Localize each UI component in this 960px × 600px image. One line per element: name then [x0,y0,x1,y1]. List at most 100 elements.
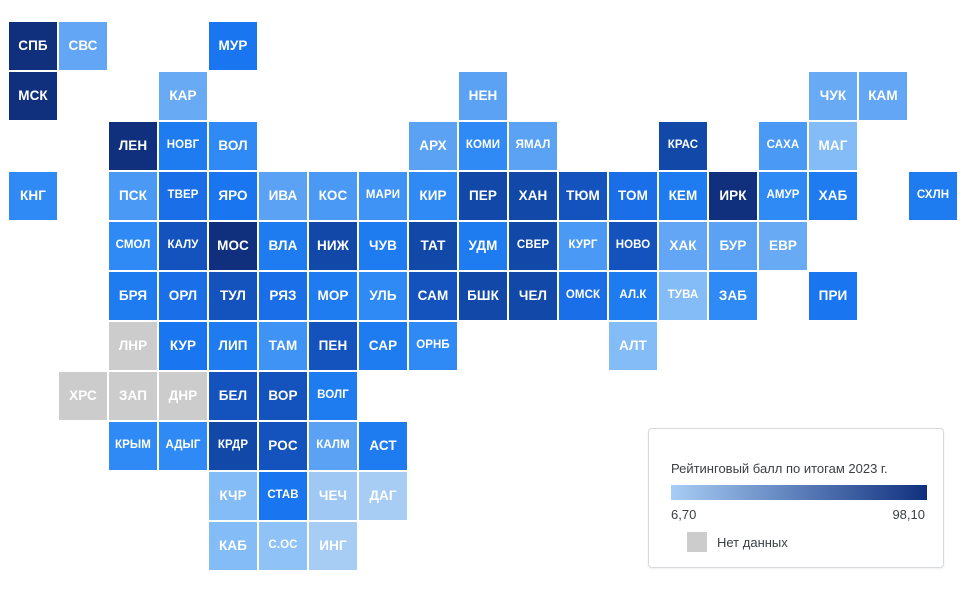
region-tile-ТЮМ[interactable]: ТЮМ [559,172,607,220]
region-tile-label: САР [368,338,398,354]
region-tile-ОРНБ[interactable]: ОРНБ [409,322,457,370]
region-tile-СТАВ[interactable]: СТАВ [259,472,307,520]
region-tile-ВЛА[interactable]: ВЛА [259,222,307,270]
region-tile-ОРЛ[interactable]: ОРЛ [159,272,207,320]
region-tile-КРАС[interactable]: КРАС [659,122,707,170]
region-tile-РЯЗ[interactable]: РЯЗ [259,272,307,320]
region-tile-СХЛН[interactable]: СХЛН [909,172,957,220]
region-tile-САР[interactable]: САР [359,322,407,370]
region-tile-КАР[interactable]: КАР [159,72,207,120]
region-tile-ИНГ[interactable]: ИНГ [309,522,357,570]
region-tile-label: ТВЕР [167,189,199,202]
region-tile-КРДР[interactable]: КРДР [209,422,257,470]
region-tile-САМ[interactable]: САМ [409,272,457,320]
region-tile-ЯМАЛ[interactable]: ЯМАЛ [509,122,557,170]
region-tile-ОМСК[interactable]: ОМСК [559,272,607,320]
region-tile-КИР[interactable]: КИР [409,172,457,220]
region-tile-ВОР[interactable]: ВОР [259,372,307,420]
region-tile-УДМ[interactable]: УДМ [459,222,507,270]
region-tile-КРЫМ[interactable]: КРЫМ [109,422,157,470]
region-tile-ЛИП[interactable]: ЛИП [209,322,257,370]
region-tile-ПЕР[interactable]: ПЕР [459,172,507,220]
region-tile-ХАН[interactable]: ХАН [509,172,557,220]
region-tile-ТУЛ[interactable]: ТУЛ [209,272,257,320]
region-tile-БШК[interactable]: БШК [459,272,507,320]
region-tile-МСК[interactable]: МСК [9,72,57,120]
region-tile-ЛНР[interactable]: ЛНР [109,322,157,370]
region-tile-ЧУК[interactable]: ЧУК [809,72,857,120]
region-tile-АРХ[interactable]: АРХ [409,122,457,170]
region-tile-УЛЬ[interactable]: УЛЬ [359,272,407,320]
region-tile-label: КЧР [219,488,247,504]
region-tile-НОВО[interactable]: НОВО [609,222,657,270]
region-tile-ЧЕЧ[interactable]: ЧЕЧ [309,472,357,520]
region-tile-МОС[interactable]: МОС [209,222,257,270]
region-tile-ЧЕЛ[interactable]: ЧЕЛ [509,272,557,320]
region-tile-КАБ[interactable]: КАБ [209,522,257,570]
region-tile-label: НИЖ [317,238,349,254]
region-tile-label: КАЛУ [167,239,199,252]
region-tile-СВЕР[interactable]: СВЕР [509,222,557,270]
region-tile-ПСК[interactable]: ПСК [109,172,157,220]
region-tile-АСТ[interactable]: АСТ [359,422,407,470]
region-tile-С.ОС[interactable]: С.ОС [259,522,307,570]
region-tile-БЕЛ[interactable]: БЕЛ [209,372,257,420]
region-tile-АЛТ[interactable]: АЛТ [609,322,657,370]
region-tile-БУР[interactable]: БУР [709,222,757,270]
region-tile-label: ИНГ [319,538,347,554]
region-tile-ТАМ[interactable]: ТАМ [259,322,307,370]
region-tile-МАРИ[interactable]: МАРИ [359,172,407,220]
region-tile-label: КЕМ [668,188,698,204]
region-tile-ЕВР[interactable]: ЕВР [759,222,807,270]
region-tile-КОМИ[interactable]: КОМИ [459,122,507,170]
region-tile-СВС[interactable]: СВС [59,22,107,70]
region-tile-КУР[interactable]: КУР [159,322,207,370]
region-tile-МУР[interactable]: МУР [209,22,257,70]
region-tile-СМОЛ[interactable]: СМОЛ [109,222,157,270]
region-tile-КЕМ[interactable]: КЕМ [659,172,707,220]
region-tile-label: ХРС [69,388,97,404]
region-tile-КНГ[interactable]: КНГ [9,172,57,220]
region-tile-ТВЕР[interactable]: ТВЕР [159,172,207,220]
region-tile-НЕН[interactable]: НЕН [459,72,507,120]
region-tile-КОС[interactable]: КОС [309,172,357,220]
region-tile-ЯРО[interactable]: ЯРО [209,172,257,220]
region-tile-МАГ[interactable]: МАГ [809,122,857,170]
region-tile-label: РЯЗ [269,288,297,304]
region-tile-МОР[interactable]: МОР [309,272,357,320]
region-tile-ДНР[interactable]: ДНР [159,372,207,420]
region-tile-label: МОС [217,238,249,254]
region-tile-ВОЛГ[interactable]: ВОЛГ [309,372,357,420]
region-tile-САХА[interactable]: САХА [759,122,807,170]
region-tile-РОС[interactable]: РОС [259,422,307,470]
region-tile-ВОЛ[interactable]: ВОЛ [209,122,257,170]
region-tile-ЗАБ[interactable]: ЗАБ [709,272,757,320]
region-tile-ХАК[interactable]: ХАК [659,222,707,270]
region-tile-НОВГ[interactable]: НОВГ [159,122,207,170]
region-tile-ХРС[interactable]: ХРС [59,372,107,420]
region-tile-ДАГ[interactable]: ДАГ [359,472,407,520]
region-tile-ЧУВ[interactable]: ЧУВ [359,222,407,270]
region-tile-КАЛУ[interactable]: КАЛУ [159,222,207,270]
region-tile-БРЯ[interactable]: БРЯ [109,272,157,320]
region-tile-ЗАП[interactable]: ЗАП [109,372,157,420]
region-tile-ИВА[interactable]: ИВА [259,172,307,220]
region-tile-ХАБ[interactable]: ХАБ [809,172,857,220]
region-tile-ТОМ[interactable]: ТОМ [609,172,657,220]
region-tile-ТАТ[interactable]: ТАТ [409,222,457,270]
region-tile-АДЫГ[interactable]: АДЫГ [159,422,207,470]
region-tile-АЛ.К[interactable]: АЛ.К [609,272,657,320]
region-tile-КАМ[interactable]: КАМ [859,72,907,120]
region-tile-АМУР[interactable]: АМУР [759,172,807,220]
region-tile-ЛЕН[interactable]: ЛЕН [109,122,157,170]
region-tile-label: ПСК [119,188,147,204]
region-tile-КУРГ[interactable]: КУРГ [559,222,607,270]
region-tile-ТУВА[interactable]: ТУВА [659,272,707,320]
region-tile-СПБ[interactable]: СПБ [9,22,57,70]
region-tile-КЧР[interactable]: КЧР [209,472,257,520]
region-tile-КАЛМ[interactable]: КАЛМ [309,422,357,470]
region-tile-ПРИ[interactable]: ПРИ [809,272,857,320]
region-tile-ИРК[interactable]: ИРК [709,172,757,220]
region-tile-НИЖ[interactable]: НИЖ [309,222,357,270]
region-tile-ПЕН[interactable]: ПЕН [309,322,357,370]
